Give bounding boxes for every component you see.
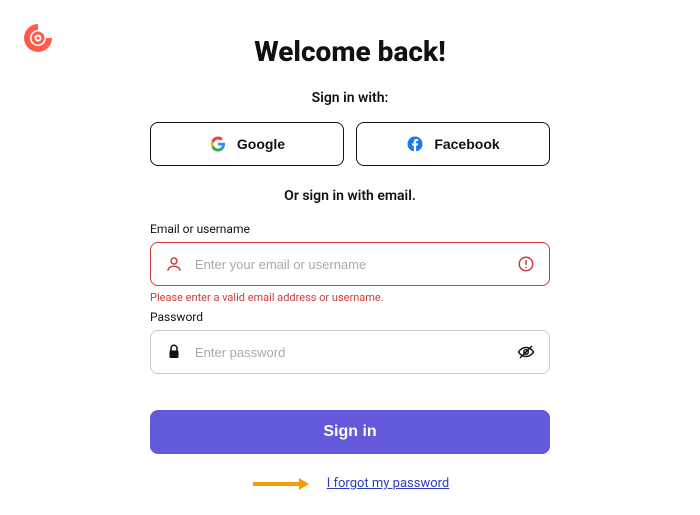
eye-off-icon[interactable] [517,343,535,361]
email-input[interactable] [195,257,505,272]
email-input-wrap [150,242,550,286]
user-icon [165,255,183,273]
error-icon [517,255,535,273]
facebook-signin-button[interactable]: Facebook [356,122,550,166]
google-icon [209,135,227,153]
facebook-icon [406,135,424,153]
password-label: Password [150,310,550,324]
target-logo-icon [20,20,56,56]
facebook-button-label: Facebook [434,136,499,152]
email-field-group: Email or username Please enter a valid e… [150,222,550,304]
social-buttons-row: Google Facebook [150,122,550,166]
brand-logo [20,20,56,56]
page-title: Welcome back! [150,35,550,68]
password-field-group: Password [150,310,550,374]
signin-button[interactable]: Sign in [150,410,550,454]
arrow-right-icon [251,477,309,491]
forgot-password-link[interactable]: I forgot my password [327,476,450,491]
google-button-label: Google [237,136,285,152]
lock-icon [165,343,183,361]
signin-with-label: Sign in with: [150,90,550,106]
password-input-wrap [150,330,550,374]
password-input[interactable] [195,345,505,360]
forgot-password-row: I forgot my password [150,476,550,491]
email-divider-text: Or sign in with email. [150,188,550,204]
email-label: Email or username [150,222,550,236]
email-error-text: Please enter a valid email address or us… [150,291,550,304]
google-signin-button[interactable]: Google [150,122,344,166]
